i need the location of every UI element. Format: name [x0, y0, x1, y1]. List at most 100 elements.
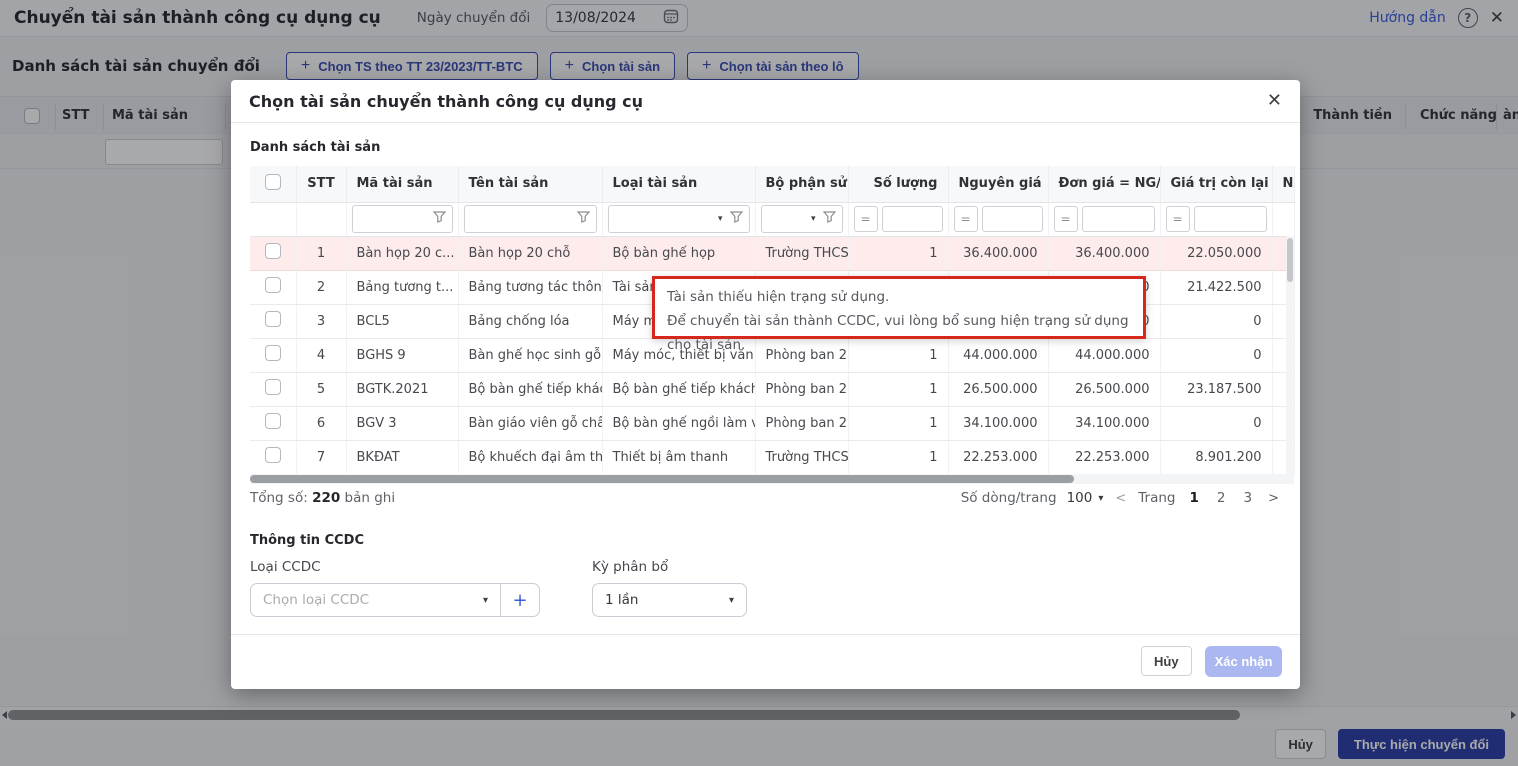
scrollbar-thumb[interactable]: [250, 475, 1074, 483]
ccdc-info-section-title: Thông tin CCDC: [250, 533, 364, 548]
tooltip-line-1: Tài sản thiếu hiện trạng sử dụng.: [667, 285, 1131, 309]
select-filter[interactable]: ▾: [761, 205, 843, 233]
number-filter[interactable]: =: [1054, 206, 1155, 232]
chevron-down-icon: ▾: [1098, 493, 1103, 504]
modal-header: Chọn tài sản chuyển thành công cụ dụng c…: [231, 80, 1300, 123]
cell-don_gia: 36.400.000: [1048, 236, 1160, 270]
filter-funnel-icon[interactable]: [577, 211, 590, 227]
modal-asset-list-label: Danh sách tài sản: [250, 140, 380, 155]
allocation-period-select[interactable]: 1 lần ▾: [592, 583, 747, 617]
scrollbar-thumb[interactable]: [1287, 238, 1293, 282]
filter-number-so_luong: =: [848, 202, 948, 236]
cell-ma: BKĐAT: [346, 440, 458, 474]
modal-close-icon[interactable]: ✕: [1267, 92, 1282, 110]
asset-row-6[interactable]: 6BGV 3Bàn giáo viên gỗ chân ...Bộ bàn gh…: [250, 406, 1294, 440]
grid-vertical-scrollbar[interactable]: [1286, 236, 1294, 474]
cell-ten: Bàn họp 20 chỗ: [458, 236, 602, 270]
row-checkbox-cell: [250, 372, 296, 406]
cell-ma: BCL5: [346, 304, 458, 338]
grid-horizontal-scrollbar[interactable]: [250, 474, 1294, 484]
cell-gia_tri: 23.187.500: [1160, 372, 1272, 406]
grid-column-header-ten: Tên tài sản: [458, 166, 602, 202]
page-number-3[interactable]: 3: [1240, 490, 1257, 506]
cell-gia_tri: 0: [1160, 304, 1272, 338]
cell-loai: Bộ bàn ghế ngồi làm v...: [602, 406, 755, 440]
row-checkbox[interactable]: [265, 447, 281, 463]
cell-nguyen_gia: 34.100.000: [948, 406, 1048, 440]
cell-gia_tri: 0: [1160, 406, 1272, 440]
cell-gia_tri: 0: [1160, 338, 1272, 372]
cell-stt: 7: [296, 440, 346, 474]
asset-row-1[interactable]: 1Bàn họp 20 c...Bàn họp 20 chỗBộ bàn ghế…: [250, 236, 1294, 270]
grid-filter-row: ▾ ▾ = = = =: [250, 202, 1294, 236]
tooltip-line-2: Để chuyển tài sản thành CCDC, vui lòng b…: [667, 309, 1131, 357]
number-filter-input[interactable]: [1082, 206, 1155, 232]
page-number-2[interactable]: 2: [1213, 490, 1230, 506]
cell-ma: BGV 3: [346, 406, 458, 440]
filter-funnel-icon[interactable]: [730, 211, 743, 227]
equals-operator-icon[interactable]: =: [1054, 206, 1078, 232]
filter-input-ma: [346, 202, 458, 236]
next-page-button[interactable]: >: [1266, 491, 1281, 506]
rows-per-page-label: Số dòng/trang: [961, 490, 1057, 506]
cell-so_luong: 1: [848, 406, 948, 440]
add-ccdc-type-button[interactable]: +: [500, 584, 539, 616]
ccdc-type-label: Loại CCDC: [250, 559, 321, 575]
cell-don_gia: 26.500.000: [1048, 372, 1160, 406]
modal-footer-divider: [231, 634, 1300, 635]
select-filter[interactable]: ▾: [608, 205, 750, 233]
row-checkbox[interactable]: [265, 311, 281, 327]
number-filter-input[interactable]: [882, 206, 943, 232]
rows-per-page-value: 100: [1067, 490, 1093, 506]
pagination-controls: Số dòng/trang 100 ▾ < Trang 1 2 3 >: [961, 490, 1281, 506]
number-filter[interactable]: =: [954, 206, 1043, 232]
number-filter[interactable]: =: [1166, 206, 1267, 232]
cell-so_luong: 1: [848, 236, 948, 270]
equals-operator-icon[interactable]: =: [1166, 206, 1190, 232]
text-filter[interactable]: [352, 205, 453, 233]
filter-funnel-icon[interactable]: [433, 211, 446, 227]
cell-ten: Bảng chống lóa: [458, 304, 602, 338]
cell-stt: 3: [296, 304, 346, 338]
modal-cancel-button[interactable]: Hủy: [1141, 646, 1192, 676]
modal-title: Chọn tài sản chuyển thành công cụ dụng c…: [249, 92, 643, 111]
grid-column-header-bo_phan: Bộ phận sử d...: [755, 166, 848, 202]
row-checkbox-cell: [250, 304, 296, 338]
row-checkbox[interactable]: [265, 243, 281, 259]
row-checkbox[interactable]: [265, 413, 281, 429]
text-filter[interactable]: [464, 205, 597, 233]
equals-operator-icon[interactable]: =: [854, 206, 878, 232]
equals-operator-icon[interactable]: =: [954, 206, 978, 232]
cell-loai: Thiết bị âm thanh: [602, 440, 755, 474]
row-checkbox-cell: [250, 270, 296, 304]
number-filter-input[interactable]: [982, 206, 1043, 232]
row-checkbox[interactable]: [265, 379, 281, 395]
page-number-1[interactable]: 1: [1186, 490, 1203, 506]
grid-column-header-so_luong: Số lượng: [848, 166, 948, 202]
chevron-down-icon: ▾: [717, 595, 746, 606]
cell-bo_phan: Phòng ban 2: [755, 406, 848, 440]
asset-row-5[interactable]: 5BGTK.2021Bộ bàn ghế tiếp khách...Bộ bàn…: [250, 372, 1294, 406]
modal-confirm-button[interactable]: Xác nhận: [1205, 646, 1282, 677]
number-filter[interactable]: =: [854, 206, 943, 232]
prev-page-button[interactable]: <: [1113, 491, 1128, 506]
cell-so_luong: 1: [848, 372, 948, 406]
ccdc-type-select[interactable]: Chọn loại CCDC ▾ +: [250, 583, 540, 617]
filter-cell-empty: [296, 202, 346, 236]
grid-column-header-loai: Loại tài sản: [602, 166, 755, 202]
cell-stt: 1: [296, 236, 346, 270]
rows-per-page-select[interactable]: 100 ▾: [1067, 490, 1104, 506]
ccdc-type-placeholder: Chọn loại CCDC: [251, 592, 471, 608]
grid-column-header-stt: STT: [296, 166, 346, 202]
cell-bo_phan: Trường THCS ...: [755, 440, 848, 474]
filter-funnel-icon[interactable]: [823, 211, 836, 227]
filter-cell-empty: [1272, 202, 1294, 236]
row-checkbox[interactable]: [265, 277, 281, 293]
row-checkbox[interactable]: [265, 345, 281, 361]
allocation-period-value: 1 lần: [593, 592, 717, 608]
chevron-down-icon: ▾: [718, 214, 723, 224]
asset-row-7[interactable]: 7BKĐATBộ khuếch đại âm tha...Thiết bị âm…: [250, 440, 1294, 474]
number-filter-input[interactable]: [1194, 206, 1267, 232]
filter-input-ten: [458, 202, 602, 236]
select-all-checkbox[interactable]: [265, 174, 281, 190]
